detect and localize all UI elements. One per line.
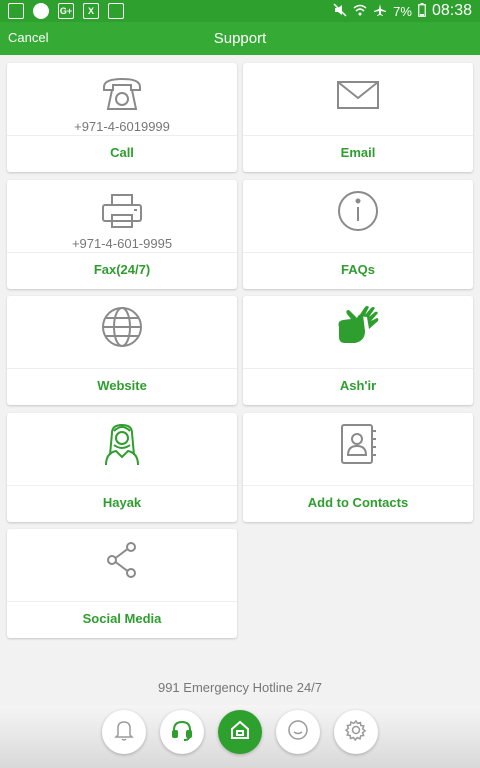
call-number: +971-4-6019999 (74, 119, 170, 134)
website-card[interactable]: Website (7, 296, 237, 405)
call-card[interactable]: +971-4-6019999 Call (7, 63, 237, 172)
card-divider (7, 135, 237, 136)
gear-icon (344, 719, 367, 746)
info-icon (243, 190, 473, 232)
home-icon (229, 719, 251, 746)
emergency-hotline-text: 991 Emergency Hotline 24/7 (157, 680, 323, 695)
status-right: 7% 08:38 (333, 2, 472, 20)
faqs-card[interactable]: FAQs (243, 180, 473, 289)
mute-icon (333, 2, 347, 20)
fax-card[interactable]: +971-4-601-9995 Fax(24/7) (7, 180, 237, 289)
page-title: Support (213, 30, 267, 47)
headset-icon (171, 719, 193, 746)
smiley-icon (287, 719, 309, 746)
email-label: Email (340, 145, 376, 160)
add-to-contacts-label: Add to Contacts (307, 495, 409, 510)
email-card[interactable]: Email (243, 63, 473, 172)
gallery-icon (8, 3, 24, 19)
support-button[interactable] (160, 710, 204, 754)
printer-icon (7, 190, 237, 232)
ashir-label: Ash'ir (339, 378, 377, 393)
website-label: Website (97, 378, 147, 393)
google-plus-icon: G+ (58, 3, 74, 19)
notification-icons: G+ X (8, 3, 124, 19)
bell-icon (114, 719, 134, 746)
hayak-label: Hayak (102, 495, 142, 510)
fax-label: Fax(24/7) (93, 262, 151, 277)
card-divider (7, 368, 237, 369)
card-divider (7, 601, 237, 602)
status-bar: G+ X 7% 08:38 (0, 0, 480, 22)
battery-icon (418, 2, 426, 20)
fax-number: +971-4-601-9995 (71, 236, 173, 251)
telephone-icon (7, 73, 237, 115)
add-to-contacts-card[interactable]: Add to Contacts (243, 413, 473, 522)
notifications-button[interactable] (102, 710, 146, 754)
ashir-card[interactable]: Ash'ir (243, 296, 473, 405)
contacts-book-icon (243, 423, 473, 465)
circle-app-icon (33, 3, 49, 19)
envelope-icon (243, 73, 473, 115)
airplane-icon (373, 3, 387, 20)
card-divider (7, 252, 237, 253)
globe-icon (7, 306, 237, 348)
briefcase-icon (108, 3, 124, 19)
card-divider (243, 485, 473, 486)
card-divider (243, 368, 473, 369)
person-avatar-icon (7, 423, 237, 466)
settings-button[interactable] (334, 710, 378, 754)
faqs-label: FAQs (341, 262, 375, 277)
battery-level: 7% (393, 3, 412, 19)
sign-language-hands-icon (243, 306, 473, 348)
clock: 08:38 (431, 2, 472, 19)
hayak-card[interactable]: Hayak (7, 413, 237, 522)
app-bar: Cancel Support (0, 22, 480, 55)
card-divider (7, 485, 237, 486)
feedback-button[interactable] (276, 710, 320, 754)
share-icon (7, 539, 237, 581)
home-button[interactable] (218, 710, 262, 754)
social-media-label: Social Media (82, 611, 162, 626)
card-divider (243, 252, 473, 253)
card-divider (243, 135, 473, 136)
wifi-icon (353, 3, 367, 20)
call-label: Call (110, 145, 134, 160)
excel-icon: X (83, 3, 99, 19)
social-media-card[interactable]: Social Media (7, 529, 237, 638)
